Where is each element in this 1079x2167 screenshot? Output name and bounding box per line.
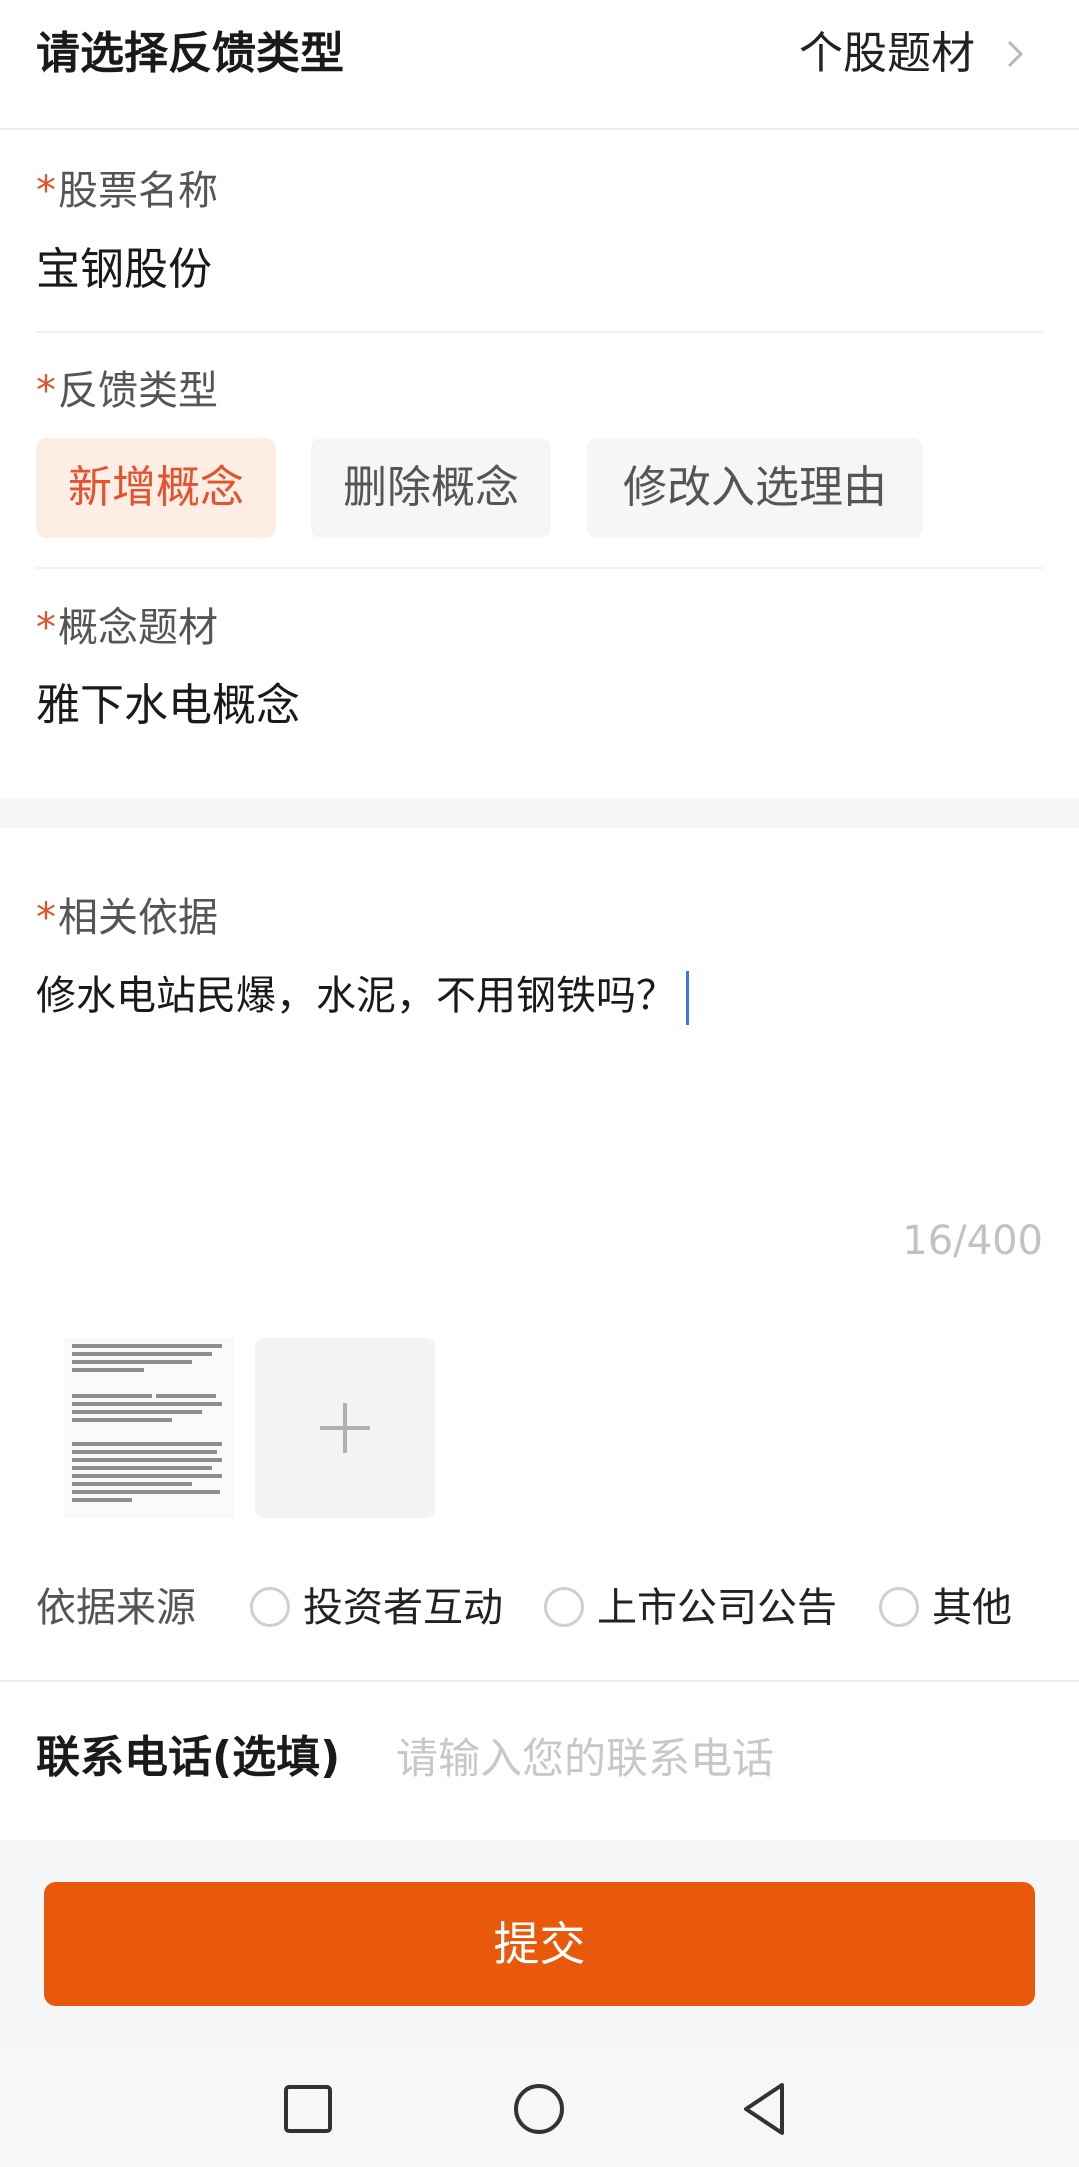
feedback-type-selector[interactable]: 请选择反馈类型 个股题材 [0,0,1079,130]
plus-icon-stroke [343,1403,347,1453]
required-mark: * [36,168,56,214]
required-mark: * [36,605,56,651]
section-separator [0,798,1079,828]
attachment-thumbnail[interactable] [64,1338,234,1518]
back-icon[interactable] [732,2074,802,2144]
type-selector-value: 个股题材 [799,28,975,79]
chip-modify-reason[interactable]: 修改入选理由 [587,438,923,538]
stock-name-label-text: 股票名称 [58,168,218,214]
radio-label-company-announcement[interactable]: 上市公司公告 [597,1580,837,1636]
phone-input[interactable] [396,1722,1036,1794]
stock-name-label: *股票名称 [36,166,218,216]
char-counter: 16/400 [902,1218,1043,1264]
basis-label: *相关依据 [36,893,218,943]
submit-button[interactable]: 提交 [44,1882,1035,2006]
chip-delete-concept[interactable]: 删除概念 [311,438,551,538]
phone-label: 联系电话(选填) [36,1732,341,1783]
concept-label: *概念题材 [36,603,218,653]
radio-label-other[interactable]: 其他 [932,1580,1012,1636]
concept-value[interactable]: 雅下水电概念 [36,678,300,734]
add-attachment-button[interactable] [255,1338,435,1518]
basis-text: 修水电站民爆，水泥，不用钢铁吗？ [36,973,676,1019]
divider [36,567,1043,569]
document-thumbnail-image [72,1344,222,1502]
text-caret [686,971,689,1025]
feedback-type-label-text: 反馈类型 [58,368,218,414]
phone-row: 联系电话(选填) [0,1680,1079,1840]
submit-area: 提交 [0,1840,1079,2050]
type-selector-title: 请选择反馈类型 [36,28,344,79]
feedback-page: 请选择反馈类型 个股题材 *股票名称 宝钢股份 *反馈类型 新增概念 删除概念 … [0,0,1079,2167]
system-nav-bar [0,2050,1079,2167]
chevron-right-icon [1007,40,1024,68]
source-label: 依据来源 [36,1585,196,1631]
feedback-type-label: *反馈类型 [36,366,218,416]
radio-company-announcement[interactable] [544,1587,584,1627]
stock-name-value[interactable]: 宝钢股份 [36,242,212,298]
basis-label-text: 相关依据 [58,895,218,941]
radio-other[interactable] [879,1587,919,1627]
home-icon[interactable] [504,2074,574,2144]
required-mark: * [36,895,56,941]
concept-label-text: 概念题材 [58,605,218,651]
basis-textarea[interactable]: 修水电站民爆，水泥，不用钢铁吗？ [36,968,689,1025]
chip-add-concept[interactable]: 新增概念 [36,438,276,538]
radio-investor-interaction[interactable] [250,1587,290,1627]
required-mark: * [36,368,56,414]
recent-apps-icon[interactable] [273,2074,343,2144]
radio-label-investor-interaction[interactable]: 投资者互动 [303,1580,503,1636]
divider [36,331,1043,333]
